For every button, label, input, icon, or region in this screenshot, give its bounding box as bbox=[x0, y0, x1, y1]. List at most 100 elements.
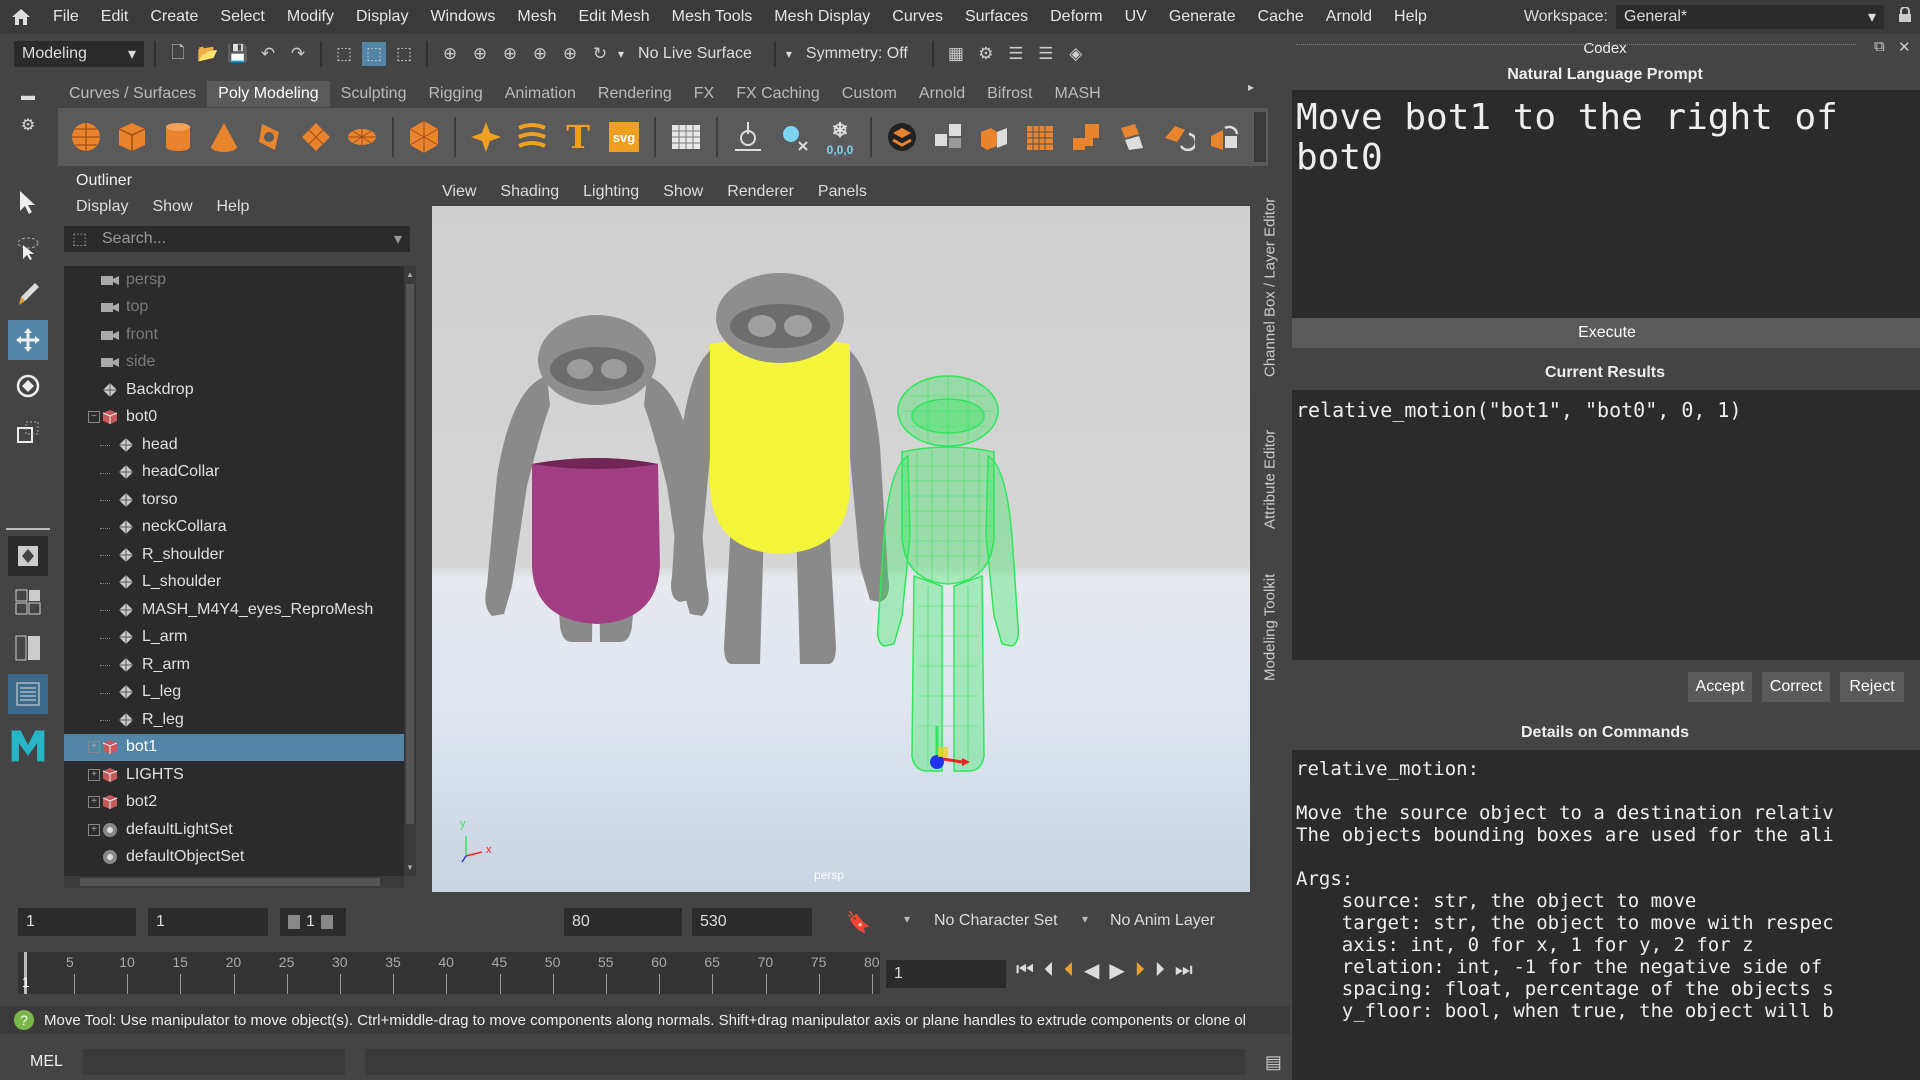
outliner-item-r-arm[interactable]: R_arm bbox=[64, 651, 404, 679]
shelf-tab-fx[interactable]: FX bbox=[683, 81, 725, 107]
menu-edit-mesh[interactable]: Edit Mesh bbox=[567, 8, 660, 26]
viewport-menu-view[interactable]: View bbox=[442, 183, 476, 201]
select-hierarchy-icon[interactable]: ⬚ bbox=[332, 42, 356, 66]
super-shape-icon[interactable] bbox=[466, 117, 506, 157]
panel-drag-handle[interactable] bbox=[1296, 44, 1856, 46]
results-textarea[interactable]: relative_motion("bot1", "bot0", 0, 1) bbox=[1292, 390, 1920, 660]
workspace-dropdown[interactable]: General* ▾ bbox=[1616, 5, 1884, 29]
menu-deform[interactable]: Deform bbox=[1039, 8, 1113, 26]
outliner-item-l-leg[interactable]: L_leg bbox=[64, 679, 404, 707]
chevron-down-icon[interactable]: ▾ bbox=[1082, 912, 1088, 926]
smooth-icon[interactable] bbox=[1020, 117, 1060, 157]
outliner-item-r-shoulder[interactable]: R_shoulder bbox=[64, 541, 404, 569]
attribute-editor-icon[interactable]: ☰ bbox=[1034, 42, 1058, 66]
reject-button[interactable]: Reject bbox=[1840, 672, 1904, 702]
poly-disc-icon[interactable] bbox=[342, 117, 382, 157]
character-set-dropdown[interactable]: No Character Set bbox=[934, 912, 1058, 930]
menu-modify[interactable]: Modify bbox=[276, 8, 345, 26]
range-end-field[interactable]: 80 bbox=[564, 908, 682, 936]
snap-surface-icon[interactable]: ⊕ bbox=[558, 42, 582, 66]
viewport-menu-lighting[interactable]: Lighting bbox=[583, 183, 639, 201]
outliner-search-input[interactable]: ⬚ Search... ▾ bbox=[64, 226, 410, 252]
mel-input[interactable] bbox=[82, 1049, 345, 1075]
menu-mesh-tools[interactable]: Mesh Tools bbox=[661, 8, 764, 26]
center-pivot-icon[interactable] bbox=[774, 117, 814, 157]
shelf-tab-rendering[interactable]: Rendering bbox=[587, 81, 683, 107]
tab-modeling-toolkit[interactable]: Modeling Toolkit bbox=[1258, 562, 1282, 692]
outliner-item-persp[interactable]: persp bbox=[64, 266, 404, 294]
poly-cylinder-icon[interactable] bbox=[158, 117, 198, 157]
outliner-layout-icon[interactable] bbox=[8, 674, 48, 714]
expand-icon[interactable]: + bbox=[88, 823, 100, 836]
shelf-tab-custom[interactable]: Custom bbox=[831, 81, 908, 107]
shelf-tabs-more-icon[interactable]: ▸ bbox=[1248, 80, 1262, 100]
outliner-horizontal-scrollbar[interactable] bbox=[64, 876, 404, 888]
tab-attribute-editor[interactable]: Attribute Editor bbox=[1258, 414, 1282, 544]
viewport-menu-shading[interactable]: Shading bbox=[500, 183, 559, 201]
sweep-mesh-icon[interactable] bbox=[512, 117, 552, 157]
outliner-item-backdrop[interactable]: Backdrop bbox=[64, 376, 404, 404]
viewport-menu-panels[interactable]: Panels bbox=[818, 183, 867, 201]
new-scene-icon[interactable]: 🗋 bbox=[166, 42, 190, 66]
chevron-down-icon[interactable]: ▾ bbox=[904, 912, 910, 926]
persp-outliner-layout-icon[interactable] bbox=[8, 628, 48, 668]
boolean-icon[interactable] bbox=[974, 117, 1014, 157]
tab-channel-box[interactable]: Channel Box / Layer Editor bbox=[1258, 182, 1282, 392]
render-settings-icon[interactable]: ⚙ bbox=[974, 42, 998, 66]
snap-point-icon[interactable]: ⊕ bbox=[498, 42, 522, 66]
select-component-icon[interactable]: ⬚ bbox=[392, 42, 416, 66]
render-view-icon[interactable]: ▦ bbox=[944, 42, 968, 66]
home-icon[interactable] bbox=[0, 0, 42, 34]
range-handle-left[interactable] bbox=[288, 915, 300, 929]
outliner-item-bot1[interactable]: + bot1 bbox=[64, 733, 404, 761]
timeline-ruler[interactable]: 1 5 10 15 20 25 30 35 40 45 50 55 60 65 70 75 80 bbox=[18, 952, 880, 994]
execute-button[interactable]: Execute bbox=[1292, 318, 1920, 348]
remesh-icon[interactable] bbox=[1112, 117, 1152, 157]
open-scene-icon[interactable]: 📂 bbox=[196, 42, 220, 66]
outliner-item-neckcollara[interactable]: neckCollara bbox=[64, 514, 404, 542]
snap-curve-icon[interactable]: ⊕ bbox=[468, 42, 492, 66]
platonic-solid-icon[interactable] bbox=[404, 117, 444, 157]
end-frame-field[interactable]: 530 bbox=[692, 908, 812, 936]
expand-icon[interactable]: + bbox=[88, 796, 100, 809]
viewport-menu-renderer[interactable]: Renderer bbox=[727, 183, 794, 201]
menu-create[interactable]: Create bbox=[139, 8, 209, 26]
poly-sphere-icon[interactable] bbox=[66, 117, 106, 157]
svg-import-icon[interactable]: svg bbox=[609, 122, 639, 152]
outliner-menu-show[interactable]: Show bbox=[152, 198, 192, 216]
current-frame-field[interactable]: 1 bbox=[886, 960, 1006, 988]
save-scene-icon[interactable]: 💾 bbox=[226, 42, 250, 66]
chevron-down-icon[interactable]: ▾ bbox=[394, 229, 402, 249]
range-start-field[interactable]: 1 bbox=[148, 908, 268, 936]
chevron-down-icon[interactable]: ▾ bbox=[618, 47, 624, 61]
key-bookmark-icon[interactable]: 🔖 bbox=[846, 910, 871, 935]
accept-button[interactable]: Accept bbox=[1688, 672, 1752, 702]
step-forward-frame-icon[interactable]: ⏵ bbox=[1135, 959, 1145, 982]
float-panel-icon[interactable]: ⧉ bbox=[1874, 38, 1885, 55]
range-handle-right[interactable] bbox=[320, 915, 333, 929]
mirror-icon[interactable] bbox=[1204, 117, 1244, 157]
combine-icon[interactable] bbox=[882, 117, 922, 157]
menu-curves[interactable]: Curves bbox=[881, 8, 954, 26]
shelf-tab-curves-surfaces[interactable]: Curves / Surfaces bbox=[58, 81, 207, 107]
select-object-icon[interactable]: ⬚ bbox=[362, 42, 386, 66]
prompt-textarea[interactable]: Move bot1 to the right of bot0 bbox=[1292, 90, 1920, 336]
menu-cache[interactable]: Cache bbox=[1247, 8, 1315, 26]
menu-windows[interactable]: Windows bbox=[419, 8, 506, 26]
collapse-icon[interactable]: − bbox=[88, 411, 100, 424]
undo-icon[interactable]: ↶ bbox=[256, 42, 280, 66]
menu-mesh-display[interactable]: Mesh Display bbox=[763, 8, 881, 26]
shelf-tab-mash[interactable]: MASH bbox=[1044, 81, 1112, 107]
play-forwards-icon[interactable]: ▶ bbox=[1109, 958, 1124, 983]
outliner-item-mash-m4y4-eyes-repromesh[interactable]: MASH_M4Y4_eyes_ReproMesh bbox=[64, 596, 404, 624]
menu-uv[interactable]: UV bbox=[1114, 8, 1158, 26]
shelf-tab-arnold[interactable]: Arnold bbox=[908, 81, 976, 107]
shelf-menu-icon[interactable]: ▬ bbox=[21, 87, 35, 103]
outliner-item-bot2[interactable]: + bot2 bbox=[64, 789, 404, 817]
live-surface-label[interactable]: No Live Surface bbox=[638, 45, 752, 63]
menu-edit[interactable]: Edit bbox=[90, 8, 140, 26]
details-textarea[interactable]: relative_motion: Move the source object … bbox=[1292, 750, 1920, 1080]
outliner-menu-display[interactable]: Display bbox=[76, 198, 128, 216]
layers-icon[interactable]: ◈ bbox=[1064, 42, 1088, 66]
mel-label[interactable]: MEL bbox=[30, 1053, 63, 1071]
